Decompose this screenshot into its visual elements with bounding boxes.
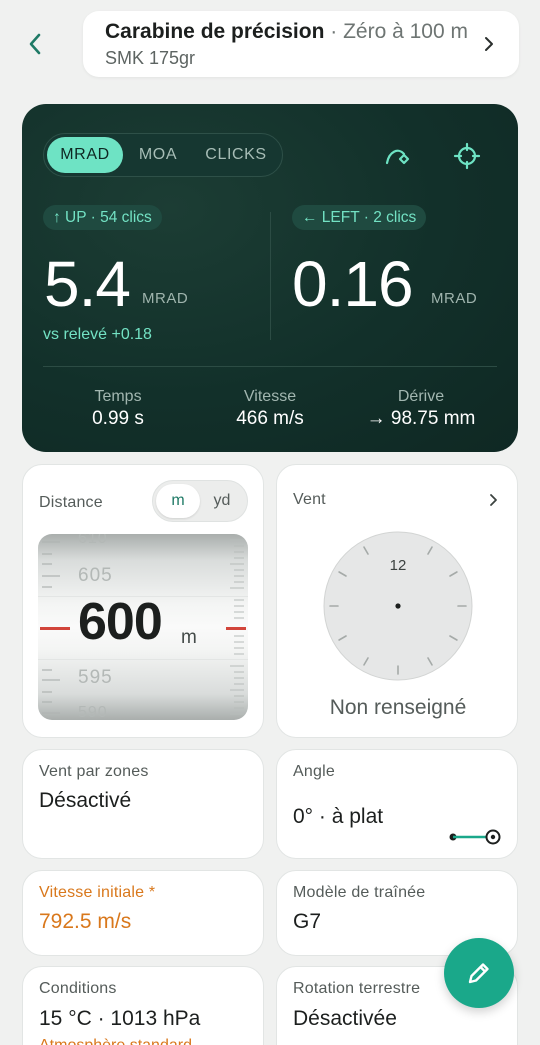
drag-model-value: G7 xyxy=(293,910,322,933)
muzzle-velocity-value: 792.5 m/s xyxy=(39,910,132,933)
distance-value: 600 xyxy=(78,593,163,651)
wind-label: Vent xyxy=(293,491,326,508)
stat-value: 466 m/s xyxy=(236,408,304,429)
back-button[interactable] xyxy=(20,28,50,60)
tab-mrad[interactable]: MRAD xyxy=(47,137,123,173)
elevation-badge: ↑ UP · 54 clics xyxy=(43,205,162,230)
profile-selector[interactable]: Carabine de précision · Zéro à 100 m SMK… xyxy=(83,11,519,77)
earth-rotation-value: Désactivée xyxy=(293,1007,397,1030)
stat-label: Vitesse xyxy=(243,388,297,405)
drag-model-label: Modèle de traînée xyxy=(293,884,426,901)
crosshair-button[interactable] xyxy=(451,140,483,172)
drum-indicator-left xyxy=(40,627,70,630)
distance-card: Distance m yd 610 605 600 m 595 590 xyxy=(22,464,264,738)
stat-drift: Dérive → 98.75 mm xyxy=(341,388,501,430)
tab-clicks[interactable]: CLICKS xyxy=(193,137,279,173)
windage-badge: ← LEFT · 2 clics xyxy=(292,205,427,230)
trajectory-button[interactable] xyxy=(381,140,413,172)
distance-unit-toggle: m yd xyxy=(152,480,248,522)
zero-label: Zéro à 100 m xyxy=(343,20,468,43)
wind-zones-card[interactable]: Vent par zones Désactivé xyxy=(22,749,264,859)
angle-value: 0° · à plat xyxy=(293,805,384,828)
windage-unit: MRAD xyxy=(431,290,478,307)
drum-indicator-right xyxy=(226,627,246,630)
header: Carabine de précision · Zéro à 100 m SMK… xyxy=(0,0,540,90)
distance-label: Distance xyxy=(39,494,103,511)
stat-value: → 98.75 mm xyxy=(366,408,476,429)
rifle-name: Carabine de précision xyxy=(105,20,325,43)
conditions-card[interactable]: Conditions 15 °C · 1013 hPa Atmosphère s… xyxy=(22,966,264,1045)
drum-tick: 590 xyxy=(78,704,108,720)
stat-label: Temps xyxy=(94,388,142,405)
conditions-value: 15 °C · 1013 hPa xyxy=(39,1007,201,1030)
crosshair-icon xyxy=(453,142,481,170)
drum-tick: 595 xyxy=(78,667,113,688)
clock-12-label: 12 xyxy=(389,557,407,574)
conditions-label: Conditions xyxy=(39,980,117,997)
wind-status: Non renseigné xyxy=(329,696,467,719)
stat-value: 0.99 s xyxy=(92,408,144,429)
muzzle-velocity-card[interactable]: Vitesse initiale * 792.5 m/s xyxy=(22,870,264,956)
elevation-value: 5.4 xyxy=(44,248,131,320)
divider xyxy=(270,212,271,340)
windage-value: 0.16 xyxy=(292,248,414,320)
wind-card[interactable]: Vent 12 Non renseigné xyxy=(276,464,518,738)
chevron-right-icon xyxy=(479,33,499,55)
wind-clock-dial[interactable] xyxy=(323,531,473,681)
divider xyxy=(43,366,497,367)
wind-zones-value: Désactivé xyxy=(39,789,132,812)
stat-label: Dérive xyxy=(397,388,445,405)
angle-label: Angle xyxy=(293,763,335,780)
ammo-label: SMK 175gr xyxy=(105,48,196,68)
distance-unit: m xyxy=(181,627,197,648)
earth-rotation-label: Rotation terrestre xyxy=(293,980,421,997)
stat-velocity: Vitesse 466 m/s xyxy=(190,388,350,430)
distance-picker-drum[interactable]: 610 605 600 m 595 590 xyxy=(38,534,248,720)
unit-yd-option[interactable]: yd xyxy=(200,484,244,518)
title-separator: · xyxy=(324,20,344,43)
chevron-left-icon xyxy=(29,33,41,55)
firing-solution-card: MRAD MOA CLICKS ↑ UP · 54 clics 5.4 MRAD… xyxy=(22,104,518,452)
elevation-delta: vs relevé +0.18 xyxy=(43,326,152,343)
muzzle-velocity-label: Vitesse initiale * xyxy=(39,884,156,901)
elevation-unit: MRAD xyxy=(142,290,189,307)
drum-tick: 605 xyxy=(78,565,113,586)
conditions-sub: Atmosphère standard xyxy=(39,1037,192,1045)
angle-card[interactable]: Angle 0° · à plat xyxy=(276,749,518,859)
wind-zones-label: Vent par zones xyxy=(39,763,149,780)
angle-level-icon xyxy=(449,829,501,845)
tab-moa[interactable]: MOA xyxy=(123,137,193,173)
drum-tick: 610 xyxy=(78,534,108,547)
profile-title: Carabine de précision · Zéro à 100 m xyxy=(105,20,475,44)
edit-fab-button[interactable] xyxy=(444,938,514,1008)
chevron-right-icon xyxy=(490,494,497,506)
trajectory-icon xyxy=(385,149,410,165)
unit-m-option[interactable]: m xyxy=(156,484,200,518)
stat-time: Temps 0.99 s xyxy=(38,388,198,430)
pencil-icon xyxy=(468,963,489,984)
unit-segmented-control: MRAD MOA CLICKS xyxy=(43,133,283,177)
